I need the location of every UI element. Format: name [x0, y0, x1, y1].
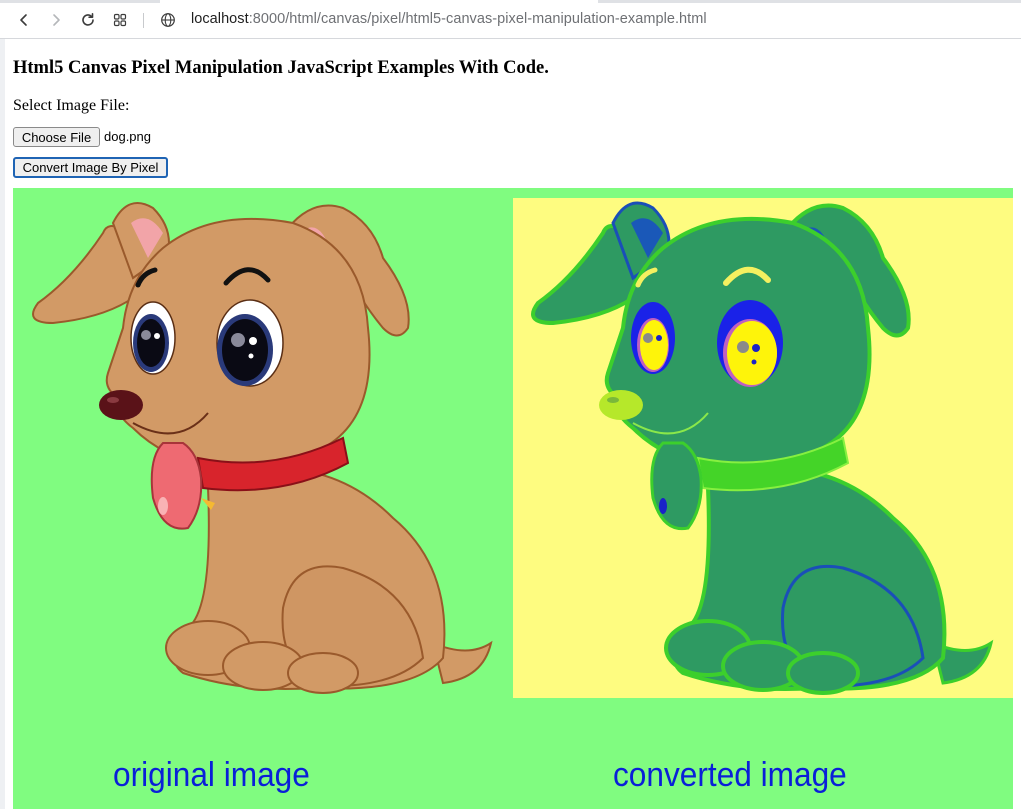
- browser-toolbar: localhost:8000/html/canvas/pixel/html5-c…: [0, 0, 1021, 39]
- back-button[interactable]: [14, 10, 34, 30]
- url-path: :8000/html/canvas/pixel/html5-canvas-pix…: [248, 11, 707, 27]
- converted-image-caption: converted image: [613, 756, 847, 794]
- dog-nose: [99, 390, 143, 420]
- tab-grid-button[interactable]: [110, 10, 130, 30]
- dog-paw: [287, 652, 359, 694]
- forward-button[interactable]: [46, 10, 66, 30]
- dog-nose: [599, 390, 643, 420]
- site-info-button[interactable]: [158, 10, 178, 30]
- converted-dog-illustration: [531, 201, 994, 695]
- address-bar[interactable]: localhost:8000/html/canvas/pixel/html5-c…: [191, 11, 707, 27]
- convert-image-button[interactable]: Convert Image By Pixel: [13, 157, 168, 178]
- converted-image: [513, 198, 1013, 698]
- choose-file-button[interactable]: Choose File: [13, 127, 100, 147]
- toolbar-divider: [143, 13, 144, 28]
- url-host: localhost: [191, 11, 249, 27]
- reload-button[interactable]: [78, 10, 98, 30]
- tab-strip: [598, 0, 1021, 3]
- window-edge: [0, 39, 5, 809]
- dog-tongue: [650, 441, 703, 531]
- tab-grid-icon: [113, 13, 127, 27]
- tab-strip: [0, 0, 160, 3]
- dog-tongue: [150, 442, 203, 530]
- reload-icon: [82, 13, 94, 26]
- back-icon: [20, 14, 27, 26]
- page-title: Html5 Canvas Pixel Manipulation JavaScri…: [13, 58, 549, 78]
- chosen-file-name: dog.png: [104, 129, 151, 144]
- original-image: [13, 188, 513, 698]
- image-canvas: original image converted image: [13, 188, 1013, 809]
- forward-icon: [53, 14, 60, 26]
- original-dog-illustration: [32, 202, 493, 694]
- select-file-label: Select Image File:: [13, 97, 130, 114]
- original-image-caption: original image: [113, 756, 310, 794]
- globe-icon: [161, 13, 175, 27]
- dog-paw: [786, 651, 860, 695]
